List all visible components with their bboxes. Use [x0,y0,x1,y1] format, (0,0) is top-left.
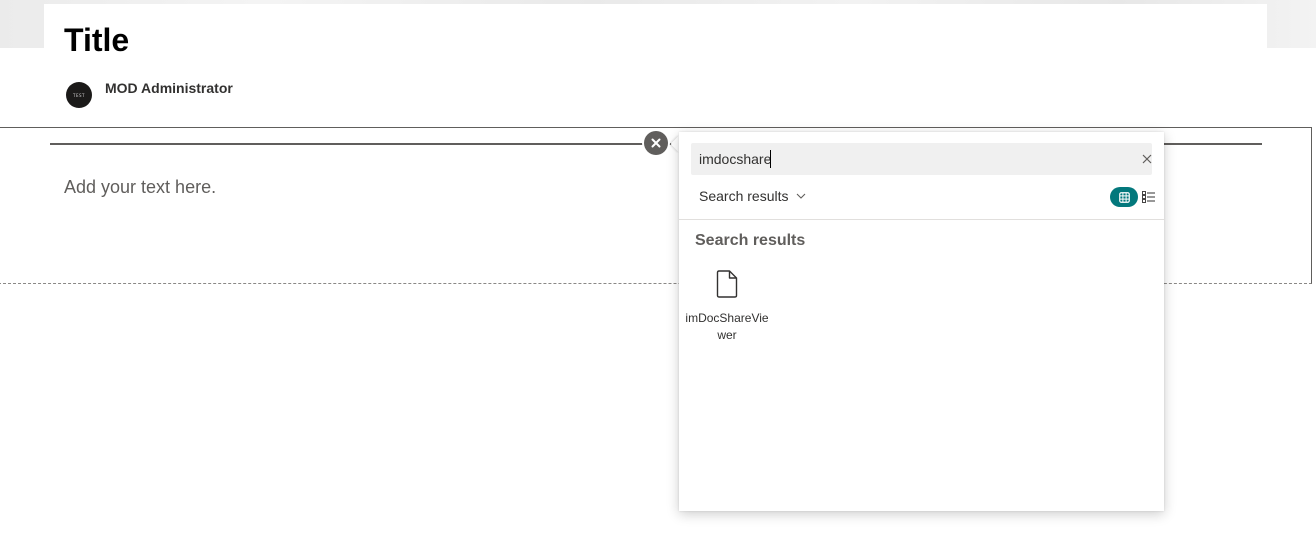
page-title[interactable]: Title [64,18,129,62]
close-toolbox-button[interactable] [644,131,668,155]
title-area: Title TEST MOD Administrator [44,4,1267,124]
clear-search-button[interactable] [1139,151,1155,167]
chevron-down-icon [797,193,806,199]
scope-label: Search results [699,188,789,204]
results-heading: Search results [695,232,806,249]
text-caret [770,150,771,168]
web-part-picker-panel: Search results Sear [679,132,1164,511]
grid-view-button[interactable] [1110,187,1138,207]
scope-dropdown[interactable]: Search results [699,186,806,206]
list-icon [1141,191,1155,203]
list-view-button[interactable] [1141,189,1155,205]
picker-divider [679,219,1164,220]
search-box[interactable] [691,143,1152,175]
result-name: imDocShareViewer [685,311,769,342]
author-name[interactable]: MOD Administrator [105,80,233,96]
search-result-tile[interactable]: imDocShareViewer [685,268,769,348]
avatar: TEST [66,82,92,108]
close-icon [651,138,661,148]
file-icon [716,270,738,298]
search-input[interactable] [699,149,1119,169]
text-web-part-placeholder[interactable]: Add your text here. [64,177,216,198]
view-toggle [1110,187,1156,207]
grid-icon [1118,191,1130,203]
close-icon [1142,154,1152,164]
